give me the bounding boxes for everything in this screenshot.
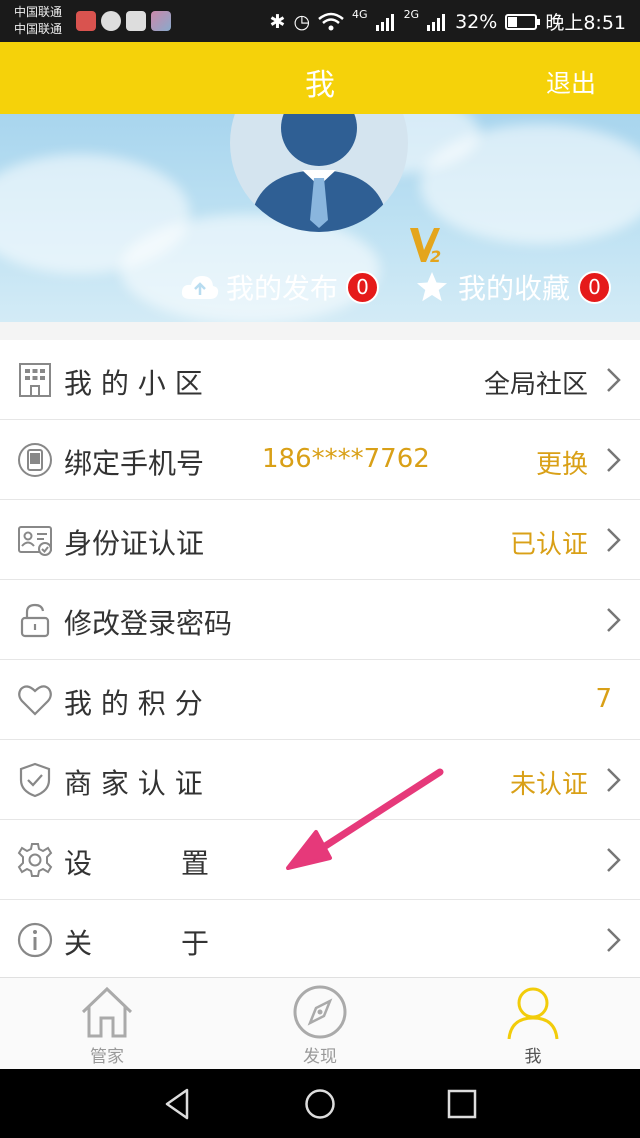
tab-label: 发现 bbox=[303, 1047, 337, 1067]
signal-icon-2 bbox=[427, 13, 446, 31]
menu-item-id-verification[interactable]: 身份证认证 已认证 bbox=[0, 500, 640, 580]
menu-value: 全局社区 bbox=[483, 370, 588, 400]
change-phone-link[interactable]: 更换 bbox=[536, 444, 588, 481]
back-icon[interactable] bbox=[161, 1087, 195, 1121]
home-button-icon[interactable] bbox=[303, 1087, 337, 1121]
menu-item-about[interactable]: 关 于 bbox=[0, 900, 640, 980]
phone-number: 186****7762 bbox=[262, 444, 430, 474]
signal-icon bbox=[375, 13, 394, 31]
menu-label: 绑定手机号 bbox=[64, 447, 205, 480]
menu-value: 未认证 bbox=[509, 770, 588, 800]
tab-label: 管家 bbox=[90, 1047, 124, 1067]
shield-icon bbox=[19, 762, 51, 798]
app-header: 我 退出 bbox=[0, 42, 640, 114]
menu-label: 我 的 小 区 bbox=[64, 367, 203, 400]
notification-icons bbox=[76, 11, 171, 31]
carrier-2: 中国联通 bbox=[14, 22, 63, 36]
id-card-icon bbox=[18, 526, 52, 556]
chevron-right-icon bbox=[607, 928, 621, 952]
status-icons: ✱ ◷ 4G 2G 32% 晚上8:51 bbox=[270, 8, 626, 35]
chevron-right-icon bbox=[607, 368, 621, 392]
tab-me[interactable]: 我 bbox=[478, 984, 588, 1067]
menu-item-my-points[interactable]: 我 的 积 分 7 bbox=[0, 660, 640, 740]
status-bar: 中国联通 中国联通 ✱ ◷ 4G 2G 32% 晚上8:51 bbox=[0, 0, 640, 42]
app-icon bbox=[151, 11, 171, 31]
bottom-tab-bar: 管家 发现 我 bbox=[0, 977, 640, 1069]
logout-button[interactable]: 退出 bbox=[546, 64, 596, 100]
menu-item-merchant-verification[interactable]: 商 家 认 证 未认证 bbox=[0, 740, 640, 820]
home-icon bbox=[81, 986, 133, 1038]
carrier-1: 中国联通 bbox=[14, 5, 63, 19]
network-type-1: 4G bbox=[352, 8, 368, 21]
alarm-icon: ◷ bbox=[293, 10, 311, 33]
points-value: 7 bbox=[595, 684, 612, 714]
battery-percent: 32% bbox=[455, 10, 498, 33]
page-title: 我 bbox=[305, 68, 335, 103]
menu-item-my-community[interactable]: 我 的 小 区 全局社区 bbox=[0, 340, 640, 420]
chevron-right-icon bbox=[607, 608, 621, 632]
tab-butler[interactable]: 管家 bbox=[52, 984, 162, 1067]
chevron-right-icon bbox=[607, 848, 621, 872]
info-icon bbox=[17, 922, 53, 958]
compass-icon bbox=[293, 985, 347, 1039]
network-type-2: 2G bbox=[403, 8, 420, 21]
menu-label: 商 家 认 证 bbox=[64, 767, 203, 800]
menu-item-change-password[interactable]: 修改登录密码 bbox=[0, 580, 640, 660]
chevron-right-icon bbox=[607, 448, 621, 472]
menu-value: 已认证 bbox=[509, 530, 588, 560]
phone-icon bbox=[18, 443, 52, 477]
building-icon bbox=[19, 363, 51, 397]
settings-list: 我 的 小 区 全局社区 绑定手机号 186****7762 更换 身份证认证 … bbox=[0, 340, 640, 980]
tab-discover[interactable]: 发现 bbox=[265, 984, 375, 1067]
user-icon bbox=[507, 987, 559, 1040]
menu-label: 我 的 积 分 bbox=[64, 687, 203, 720]
v2-icon: 2 bbox=[410, 228, 441, 266]
system-nav-bar bbox=[0, 1069, 640, 1138]
section-divider bbox=[0, 322, 640, 340]
play-store-icon bbox=[126, 11, 146, 31]
menu-label: 身份证认证 bbox=[64, 527, 205, 560]
battery-icon bbox=[505, 13, 541, 30]
lock-icon bbox=[20, 603, 50, 638]
menu-label: 设 置 bbox=[64, 847, 210, 880]
favorites-count-badge: 0 bbox=[578, 270, 612, 304]
menu-label: 修改登录密码 bbox=[64, 607, 233, 640]
chevron-right-icon bbox=[607, 528, 621, 552]
gear-icon bbox=[17, 843, 53, 877]
chevron-right-icon bbox=[607, 768, 621, 792]
wifi-icon bbox=[318, 12, 344, 30]
star-icon bbox=[417, 272, 447, 302]
tab-label: 我 bbox=[524, 1047, 542, 1067]
battery-fill bbox=[508, 16, 517, 27]
heart-icon bbox=[18, 685, 52, 716]
bluetooth-icon: ✱ bbox=[269, 10, 286, 33]
my-favorites-label: 我的收藏 bbox=[458, 272, 571, 305]
cloud-upload-icon bbox=[181, 276, 219, 299]
menu-label: 关 于 bbox=[64, 927, 210, 960]
my-posts-label: 我的发布 bbox=[226, 272, 339, 305]
news-app-icon bbox=[76, 11, 96, 31]
my-favorites-link[interactable]: 我的收藏 0 bbox=[414, 266, 612, 308]
svg-text:2: 2 bbox=[430, 247, 441, 264]
clock: 晚上8:51 bbox=[545, 12, 626, 34]
chat-icon bbox=[101, 11, 121, 31]
carrier-info: 中国联通 中国联通 bbox=[14, 4, 62, 38]
posts-count-badge: 0 bbox=[346, 270, 380, 304]
menu-item-bind-phone[interactable]: 绑定手机号 186****7762 更换 bbox=[0, 420, 640, 500]
my-posts-link[interactable]: 我的发布 0 bbox=[180, 266, 380, 308]
menu-item-settings[interactable]: 设 置 bbox=[0, 820, 640, 900]
recents-icon[interactable] bbox=[445, 1087, 479, 1121]
profile-banner: 2 我的发布 0 我的收藏 0 bbox=[0, 114, 640, 322]
